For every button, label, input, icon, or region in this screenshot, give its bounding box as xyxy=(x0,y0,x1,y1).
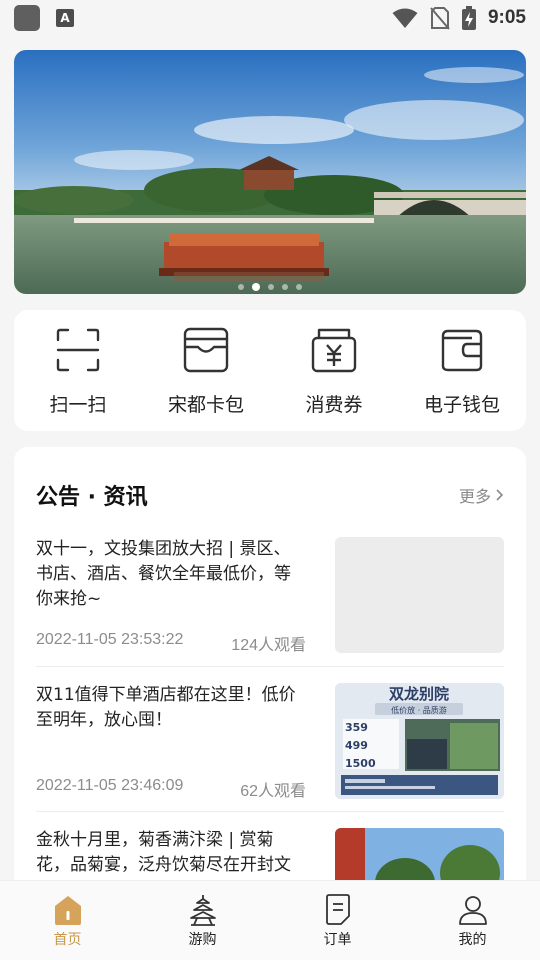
carousel-dot[interactable] xyxy=(296,284,302,290)
news-list: 双十一，文投集团放大招 | 景区、书店、酒店、餐饮全年最低价，等你来抢~ 202… xyxy=(14,521,526,917)
clock: 9:05 xyxy=(487,7,526,28)
status-bar: A 9:05 xyxy=(0,0,540,36)
quick-action-label: 宋都卡包 xyxy=(167,394,244,416)
carousel-dot[interactable] xyxy=(238,284,244,290)
wifi-icon xyxy=(392,8,418,28)
home-icon xyxy=(54,896,81,925)
news-section: 公告 · 资讯 更多 双十一，文投集团放大招 | 景区、书店、酒店、餐饮全年最低… xyxy=(14,447,526,917)
tab-label: 订单 xyxy=(323,932,352,948)
chevron-right-icon xyxy=(496,489,504,501)
news-item-date: 2022-11-05 23:53:22 xyxy=(36,631,184,648)
news-item-title: 双十一，文投集团放大招 | 景区、书店、酒店、餐饮全年最低价，等你来抢~ xyxy=(36,539,291,609)
news-item-date: 2022-11-05 23:46:09 xyxy=(36,777,184,794)
tab-home[interactable]: 首页 xyxy=(0,881,135,960)
no-sim-icon xyxy=(430,7,450,30)
carousel-indicator xyxy=(14,283,526,291)
carousel-dot-active[interactable] xyxy=(252,283,260,291)
quick-action-label: 消费券 xyxy=(305,394,363,416)
tab-label: 我的 xyxy=(458,932,487,948)
more-label: 更多 xyxy=(458,487,491,506)
quick-action-card-wallet[interactable]: 宋都卡包 xyxy=(142,310,270,431)
banner-carousel[interactable] xyxy=(14,50,526,294)
poster-price-1: 359 xyxy=(345,721,368,734)
news-item-meta: 2022-11-05 23:46:09 62人观看 xyxy=(36,777,306,801)
quick-action-coupon[interactable]: 消费券 xyxy=(270,310,398,431)
tab-profile[interactable]: 我的 xyxy=(405,881,540,960)
hotel-poster-image: 双龙别院 低价放 · 品质游 359 499 1500 xyxy=(335,683,504,799)
news-title: 公告 · 资讯 xyxy=(36,485,148,510)
poster-sub: 低价放 · 品质游 xyxy=(391,705,447,715)
app-notification-icon xyxy=(14,5,40,31)
news-item-views: 62人观看 xyxy=(240,783,306,800)
scan-icon xyxy=(56,328,100,372)
quick-action-label: 扫一扫 xyxy=(49,394,107,416)
carousel-dot[interactable] xyxy=(268,284,274,290)
profile-icon xyxy=(458,896,487,925)
tab-shop[interactable]: 游购 xyxy=(135,881,270,960)
carousel-dot[interactable] xyxy=(282,284,288,290)
poster-heading: 双龙别院 xyxy=(389,685,449,703)
news-item[interactable]: 双11值得下单酒店都在这里！低价至明年，放心囤！ 2022-11-05 23:4… xyxy=(36,667,504,812)
news-item-views: 124人观看 xyxy=(231,637,306,654)
coupon-icon xyxy=(311,328,357,373)
tower-icon xyxy=(189,895,216,926)
news-item-meta: 2022-11-05 23:53:22 124人观看 xyxy=(36,631,306,655)
tab-orders[interactable]: 订单 xyxy=(270,881,405,960)
tab-label: 游购 xyxy=(188,932,217,948)
order-icon xyxy=(325,894,350,925)
font-notification-icon: A xyxy=(56,9,74,27)
news-item-thumbnail: 双龙别院 低价放 · 品质游 359 499 1500 xyxy=(335,683,504,799)
banner-image xyxy=(14,50,526,294)
wallet-icon xyxy=(441,329,483,372)
card-wallet-icon xyxy=(183,327,229,373)
news-item[interactable]: 双十一，文投集团放大招 | 景区、书店、酒店、餐饮全年最低价，等你来抢~ 202… xyxy=(36,521,504,667)
bottom-tab-bar: 首页 游购 订单 我的 xyxy=(0,880,540,960)
poster-price-2: 499 xyxy=(345,739,368,752)
news-header: 公告 · 资讯 更多 xyxy=(14,447,526,521)
news-item-thumbnail xyxy=(335,537,504,653)
tab-label: 首页 xyxy=(53,932,82,948)
quick-actions: 扫一扫 宋都卡包 消费券 电子钱包 xyxy=(14,310,526,431)
quick-action-scan[interactable]: 扫一扫 xyxy=(14,310,142,431)
poster-price-3: 1500 xyxy=(345,757,376,770)
quick-action-wallet[interactable]: 电子钱包 xyxy=(398,310,526,431)
quick-action-label: 电子钱包 xyxy=(423,394,500,416)
battery-charging-icon xyxy=(461,6,476,30)
more-link[interactable]: 更多 xyxy=(459,483,504,507)
news-item-title: 双11值得下单酒店都在这里！低价至明年，放心囤！ xyxy=(36,685,296,730)
